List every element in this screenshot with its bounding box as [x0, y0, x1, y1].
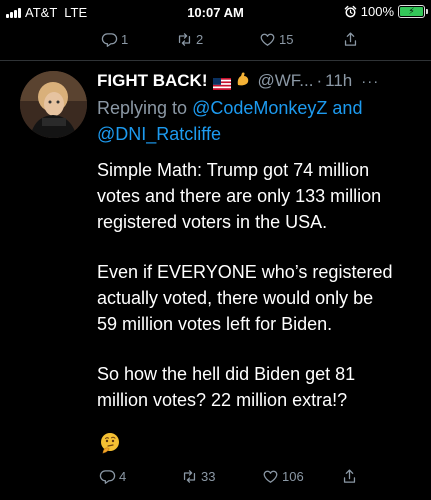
- parent-reply-button[interactable]: 1: [101, 31, 128, 48]
- flexed-biceps-icon: [235, 71, 251, 91]
- reply-count: 4: [119, 469, 127, 484]
- tweet-line: So how the hell did Biden get 81: [97, 364, 356, 384]
- parent-reply-count: 1: [121, 32, 129, 47]
- author-name[interactable]: FIGHT BACK!: [97, 71, 207, 91]
- parent-share-button[interactable]: [342, 31, 359, 48]
- replying-and[interactable]: and: [332, 98, 362, 118]
- tweet-line: votes and there are only 133 million: [97, 186, 382, 206]
- replying-prefix: Replying to: [97, 98, 188, 118]
- tweet-actions: 4 33 106: [0, 468, 431, 488]
- tweet-line: million votes? 22 million extra!?: [97, 390, 348, 410]
- mention-codemonkeyz[interactable]: @CodeMonkeyZ: [192, 98, 327, 118]
- header-separator: ·: [316, 71, 323, 90]
- battery-percent: 100%: [360, 4, 394, 19]
- tweet-line: actually voted, there would only be: [97, 288, 374, 308]
- status-bar: AT&T LTE 10:07 AM 100% ⚡: [0, 0, 431, 26]
- tweet-paragraph-2: Even if EVERYONE who’s registered actual…: [97, 259, 417, 337]
- divider: [0, 60, 431, 61]
- share-button[interactable]: [341, 468, 358, 485]
- tweet-paragraph-3: So how the hell did Biden get 81 million…: [97, 361, 417, 413]
- reply-icon: [101, 33, 118, 47]
- author-handle[interactable]: @WF...: [257, 71, 313, 91]
- parent-like-button[interactable]: 15: [259, 31, 293, 48]
- retweet-icon: [178, 33, 191, 46]
- tweet-header: FIGHT BACK! @WF... · 11h ···: [97, 68, 427, 94]
- more-options-icon[interactable]: ···: [361, 73, 379, 90]
- share-icon: [343, 469, 356, 483]
- replying-to-line-2: @DNI_Ratcliffe: [97, 121, 417, 147]
- parent-like-count: 15: [279, 32, 294, 47]
- battery-icon: ⚡: [398, 5, 428, 18]
- author-photo: [20, 71, 87, 138]
- tweet-time[interactable]: 11h: [325, 71, 352, 91]
- reply-button[interactable]: 4: [99, 468, 126, 485]
- retweet-count: 33: [201, 469, 216, 484]
- share-icon: [344, 32, 357, 46]
- parent-retweet-count: 2: [196, 32, 204, 47]
- parent-tweet-actions: 1 2 15: [0, 31, 431, 51]
- like-button[interactable]: 106: [262, 468, 304, 485]
- tweet-line: Simple Math: Trump got 74 million: [97, 160, 370, 180]
- reply-icon: [99, 470, 116, 484]
- tweet-line: 59 million votes left for Biden.: [97, 314, 333, 334]
- replying-to-line-1: Replying to @CodeMonkeyZ and: [97, 95, 417, 121]
- like-count: 106: [282, 469, 304, 484]
- thinking-face-icon: [101, 433, 119, 454]
- retweet-button[interactable]: 33: [181, 468, 215, 485]
- tweet-paragraph-1: Simple Math: Trump got 74 million votes …: [97, 157, 417, 235]
- tweet-line: registered voters in the USA.: [97, 212, 328, 232]
- charging-bolt-icon: ⚡: [400, 7, 423, 16]
- avatar[interactable]: [20, 71, 87, 138]
- parent-retweet-button[interactable]: 2: [176, 31, 203, 48]
- heart-icon: [260, 33, 275, 46]
- alarm-clock-icon: [344, 5, 357, 18]
- heart-icon: [263, 470, 278, 483]
- status-right: 100% ⚡: [344, 4, 428, 19]
- us-flag-icon: [213, 75, 232, 90]
- retweet-icon: [183, 470, 196, 483]
- mention-dni-ratcliffe[interactable]: @DNI_Ratcliffe: [97, 124, 221, 144]
- tweet-line: Even if EVERYONE who’s registered: [97, 262, 393, 282]
- tweet-thread-screen: AT&T LTE 10:07 AM 100% ⚡ 1 2 15 FIGHT BA…: [0, 0, 431, 500]
